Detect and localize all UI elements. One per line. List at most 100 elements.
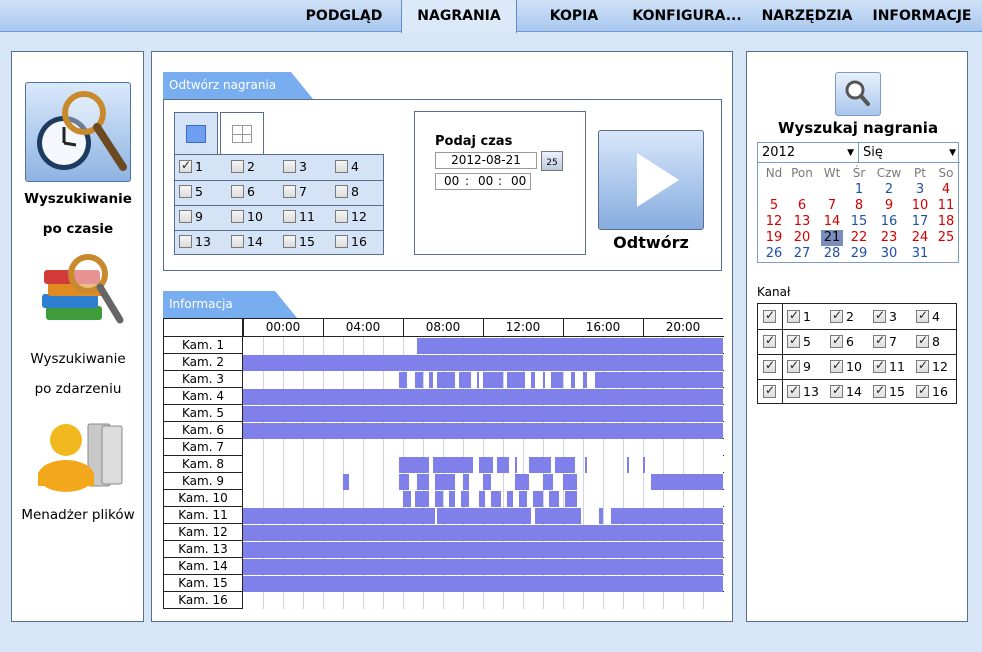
calendar-day[interactable]: 3 bbox=[909, 182, 931, 198]
time-search-button[interactable]: Wyszukiwanie po czasie bbox=[12, 82, 144, 244]
playback-channel-2[interactable]: 2 bbox=[231, 159, 255, 174]
checkbox[interactable] bbox=[787, 358, 800, 373]
tab-kopia[interactable]: KOPIA bbox=[538, 0, 610, 32]
playback-channel-6[interactable]: 6 bbox=[231, 184, 255, 199]
search-channel-16[interactable]: 16 bbox=[916, 383, 948, 399]
checkbox[interactable] bbox=[335, 210, 348, 223]
checkbox[interactable] bbox=[787, 333, 800, 348]
camera-track[interactable] bbox=[243, 405, 723, 422]
checkbox[interactable] bbox=[763, 358, 776, 373]
time-field[interactable]: 00 : 00 : 00 bbox=[435, 173, 531, 190]
calendar-day[interactable]: 14 bbox=[821, 214, 843, 230]
search-channel-15[interactable]: 15 bbox=[873, 383, 905, 399]
search-channel-7[interactable]: 7 bbox=[873, 333, 897, 349]
camera-track[interactable] bbox=[243, 354, 723, 371]
checkbox[interactable] bbox=[335, 235, 348, 248]
camera-track[interactable] bbox=[243, 490, 723, 507]
calendar-day[interactable]: 25 bbox=[935, 230, 957, 246]
calendar-day[interactable]: 15 bbox=[848, 214, 870, 230]
calendar-day[interactable]: 7 bbox=[821, 198, 843, 214]
hour-value[interactable]: 00 bbox=[444, 174, 459, 189]
checkbox[interactable] bbox=[283, 160, 296, 173]
playback-channel-1[interactable]: 1 bbox=[179, 158, 203, 174]
checkbox[interactable] bbox=[830, 333, 843, 348]
calendar-day[interactable]: 24 bbox=[909, 230, 931, 246]
calendar-day[interactable]: 16 bbox=[878, 214, 900, 230]
calendar-day[interactable]: 5 bbox=[763, 198, 785, 214]
search-channel-13[interactable]: 13 bbox=[787, 383, 819, 399]
checkbox[interactable] bbox=[179, 210, 192, 223]
checkbox[interactable] bbox=[283, 210, 296, 223]
calendar-day[interactable]: 9 bbox=[878, 198, 900, 214]
playback-channel-8[interactable]: 8 bbox=[335, 184, 359, 199]
checkbox[interactable] bbox=[873, 333, 886, 348]
camera-track[interactable] bbox=[243, 456, 723, 473]
checkbox[interactable] bbox=[179, 235, 192, 248]
minute-value[interactable]: 00 bbox=[478, 174, 493, 189]
checkbox[interactable] bbox=[873, 308, 886, 323]
playback-channel-7[interactable]: 7 bbox=[283, 184, 307, 199]
calendar-day[interactable]: 28 bbox=[821, 246, 843, 262]
checkbox[interactable] bbox=[763, 383, 776, 398]
calendar-day[interactable]: 8 bbox=[848, 198, 870, 214]
calendar-day[interactable]: 21 bbox=[821, 230, 843, 246]
search-channel-11[interactable]: 11 bbox=[873, 358, 905, 374]
playback-channel-4[interactable]: 4 bbox=[335, 159, 359, 174]
checkbox[interactable] bbox=[335, 185, 348, 198]
search-channel-8[interactable]: 8 bbox=[916, 333, 940, 349]
checkbox[interactable] bbox=[787, 308, 800, 323]
row-select-all-checkbox[interactable] bbox=[763, 358, 776, 374]
calendar-day[interactable]: 30 bbox=[878, 246, 900, 262]
playback-channel-13[interactable]: 13 bbox=[179, 234, 211, 249]
checkbox[interactable] bbox=[873, 383, 886, 398]
calendar-day[interactable]: 22 bbox=[848, 230, 870, 246]
checkbox[interactable] bbox=[179, 185, 192, 198]
tab-podglad[interactable]: PODGLĄD bbox=[296, 0, 392, 32]
search-channel-14[interactable]: 14 bbox=[830, 383, 862, 399]
checkbox[interactable] bbox=[231, 235, 244, 248]
playback-channel-10[interactable]: 10 bbox=[231, 209, 263, 224]
calendar-day[interactable]: 27 bbox=[791, 246, 813, 262]
checkbox[interactable] bbox=[763, 333, 776, 348]
calendar-day[interactable]: 6 bbox=[791, 198, 813, 214]
playback-channel-12[interactable]: 12 bbox=[335, 209, 367, 224]
checkbox[interactable] bbox=[916, 358, 929, 373]
checkbox[interactable] bbox=[916, 383, 929, 398]
row-select-all-checkbox[interactable] bbox=[763, 308, 776, 324]
playback-channel-16[interactable]: 16 bbox=[335, 234, 367, 249]
calendar-day[interactable]: 11 bbox=[935, 198, 957, 214]
playback-channel-11[interactable]: 11 bbox=[283, 209, 315, 224]
row-select-all-checkbox[interactable] bbox=[763, 383, 776, 399]
quad-view-button[interactable] bbox=[220, 112, 264, 154]
calendar-day[interactable]: 23 bbox=[878, 230, 900, 246]
camera-track[interactable] bbox=[243, 337, 723, 354]
checkbox[interactable] bbox=[283, 185, 296, 198]
camera-track[interactable] bbox=[243, 439, 723, 456]
tab-nagrania[interactable]: NAGRANIA bbox=[401, 0, 517, 33]
camera-track[interactable] bbox=[243, 541, 723, 558]
checkbox[interactable] bbox=[335, 160, 348, 173]
camera-track[interactable] bbox=[243, 558, 723, 575]
checkbox[interactable] bbox=[830, 308, 843, 323]
tab-narzedzia[interactable]: NARZĘDZIA bbox=[756, 0, 858, 32]
calendar-day[interactable]: 2 bbox=[878, 182, 900, 198]
search-channel-1[interactable]: 1 bbox=[787, 308, 811, 324]
calendar-day[interactable]: 29 bbox=[848, 246, 870, 262]
search-channel-6[interactable]: 6 bbox=[830, 333, 854, 349]
single-view-button[interactable] bbox=[174, 112, 218, 154]
calendar-day[interactable]: 10 bbox=[909, 198, 931, 214]
calendar-day[interactable]: 31 bbox=[909, 246, 931, 262]
calendar-day[interactable]: 17 bbox=[909, 214, 931, 230]
search-channel-9[interactable]: 9 bbox=[787, 358, 811, 374]
checkbox[interactable] bbox=[283, 235, 296, 248]
checkbox[interactable] bbox=[873, 358, 886, 373]
checkbox[interactable] bbox=[763, 308, 776, 323]
checkbox[interactable] bbox=[787, 383, 800, 398]
checkbox[interactable] bbox=[231, 210, 244, 223]
camera-track[interactable] bbox=[243, 592, 723, 609]
checkbox[interactable] bbox=[231, 185, 244, 198]
calendar-day[interactable]: 20 bbox=[791, 230, 813, 246]
camera-track[interactable] bbox=[243, 422, 723, 439]
camera-track[interactable] bbox=[243, 388, 723, 405]
search-channel-10[interactable]: 10 bbox=[830, 358, 862, 374]
